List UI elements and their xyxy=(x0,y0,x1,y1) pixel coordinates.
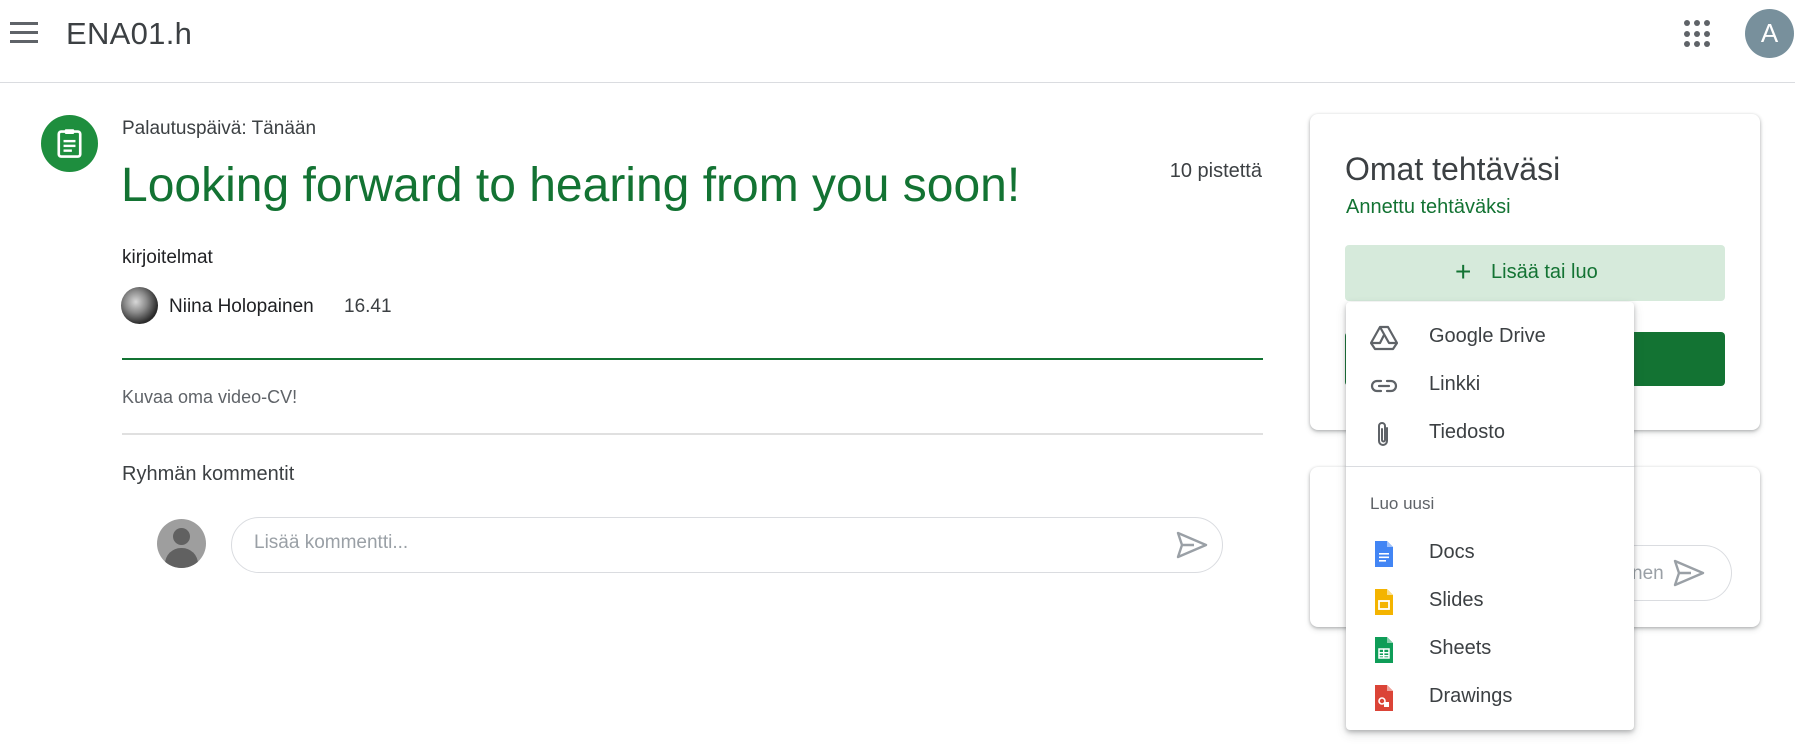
link-icon xyxy=(1370,379,1398,393)
drawings-icon xyxy=(1375,685,1393,711)
menu-item-drawings[interactable]: Drawings xyxy=(1346,672,1634,720)
class-title[interactable]: ENA01.h xyxy=(66,16,192,52)
menu-item-label: Drawings xyxy=(1429,685,1513,707)
create-new-heading: Luo uusi xyxy=(1370,494,1435,513)
menu-item-label: Sheets xyxy=(1429,637,1492,659)
slides-icon xyxy=(1375,589,1393,615)
menu-item-label: Linkki xyxy=(1429,373,1481,395)
account-avatar[interactable]: A xyxy=(1745,9,1794,58)
menu-item-link[interactable]: Linkki xyxy=(1346,360,1634,408)
user-avatar xyxy=(157,519,206,568)
your-work-title: Omat tehtäväsi xyxy=(1345,151,1561,187)
comment-input[interactable] xyxy=(254,532,1134,554)
menu-item-label: Tiedosto xyxy=(1429,421,1505,443)
post-time: 16.41 xyxy=(344,296,392,317)
add-menu: Google Drive Linkki Tiedosto Luo uusi Do… xyxy=(1346,302,1634,730)
menu-item-label: Docs xyxy=(1429,541,1475,563)
assignment-description: Kuvaa oma video-CV! xyxy=(122,387,298,407)
author-avatar xyxy=(121,287,158,324)
plus-icon: + xyxy=(1455,256,1472,287)
menu-item-label: Slides xyxy=(1429,589,1484,611)
menu-item-slides[interactable]: Slides xyxy=(1346,576,1634,624)
author-name: Niina Holopainen xyxy=(169,296,314,317)
topic-label: kirjoitelmat xyxy=(122,247,213,268)
assignment-title: Looking forward to hearing from you soon… xyxy=(121,159,1021,212)
top-app-bar: ENA01.h A xyxy=(0,0,1795,83)
add-or-create-label: Lisää tai luo xyxy=(1491,261,1598,283)
menu-item-sheets[interactable]: Sheets xyxy=(1346,624,1634,672)
main-menu-icon[interactable] xyxy=(10,22,40,46)
due-date: Palautuspäivä: Tänään xyxy=(122,118,317,139)
menu-item-google-drive[interactable]: Google Drive xyxy=(1346,312,1634,360)
menu-item-file[interactable]: Tiedosto xyxy=(1346,408,1634,456)
section-divider xyxy=(122,433,1263,435)
class-comments-heading: Ryhmän kommentit xyxy=(122,463,295,485)
docs-icon xyxy=(1375,541,1393,567)
google-drive-icon xyxy=(1370,325,1398,351)
private-comment-placeholder: nen xyxy=(1632,563,1664,584)
menu-item-label: Google Drive xyxy=(1429,325,1546,347)
add-or-create-button[interactable]: + Lisää tai luo xyxy=(1345,245,1725,301)
paperclip-icon xyxy=(1378,422,1388,446)
private-send-icon[interactable] xyxy=(1673,559,1705,587)
assignment-icon xyxy=(41,115,98,172)
points-label: 10 pistettä xyxy=(1169,160,1262,182)
send-icon[interactable] xyxy=(1176,531,1208,559)
menu-divider xyxy=(1346,466,1634,467)
work-status: Annettu tehtäväksi xyxy=(1346,196,1511,218)
menu-item-docs[interactable]: Docs xyxy=(1346,528,1634,576)
google-apps-icon[interactable] xyxy=(1684,20,1712,48)
sheets-icon xyxy=(1375,637,1393,663)
header-divider xyxy=(122,358,1263,360)
comment-box xyxy=(231,517,1223,573)
